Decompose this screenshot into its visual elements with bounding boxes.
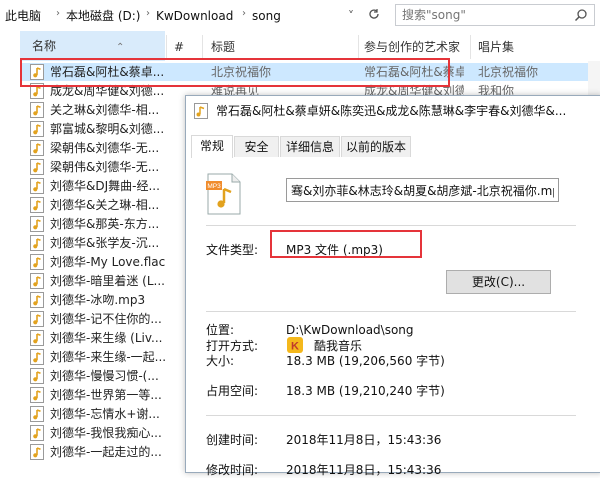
created-label: 创建时间: <box>206 433 259 447</box>
svg-text:MP3: MP3 <box>207 183 221 190</box>
size-label: 大小: <box>206 354 235 368</box>
refresh-icon[interactable] <box>364 6 384 26</box>
music-file-icon <box>29 330 45 346</box>
music-file-icon <box>29 273 45 289</box>
music-file-icon <box>29 349 45 365</box>
size-on-disk-label: 占用空间: <box>206 384 259 398</box>
dialog-tabs: 常规 安全 详细信息 以前的版本 <box>186 135 600 159</box>
music-file-icon <box>29 292 45 308</box>
tab-previous-versions[interactable]: 以前的版本 <box>341 136 411 157</box>
breadcrumb-kwdownload[interactable]: KwDownload <box>156 8 233 24</box>
music-file-icon <box>29 425 45 441</box>
search-box[interactable] <box>395 4 595 26</box>
file-album: 北京祝福你 <box>478 65 539 79</box>
svg-text:K: K <box>291 341 299 353</box>
music-file-icon <box>29 254 45 270</box>
breadcrumb-separator-icon[interactable]: › <box>242 8 246 19</box>
column-header-album[interactable]: 唱片集 <box>478 39 514 55</box>
tab-general[interactable]: 常规 <box>191 135 233 158</box>
file-name: 刘德华&DJ舞曲-经... <box>50 179 160 193</box>
file-name: 梁朝伟&刘德华-无... <box>50 160 160 174</box>
column-header-title[interactable]: 标题 <box>211 39 235 55</box>
column-header-artist[interactable]: 参与创作的艺术家 <box>364 39 460 55</box>
file-name: 关之琳&刘德华-相... <box>50 103 160 117</box>
music-file-icon <box>29 121 45 137</box>
highlight-box-selected-file <box>20 58 450 87</box>
filename-field[interactable] <box>286 178 559 202</box>
location-value: D:\KwDownload\song <box>286 323 414 337</box>
tab-details[interactable]: 详细信息 <box>280 136 340 157</box>
music-file-icon <box>29 311 45 327</box>
file-name: 刘德华-来生缘-一起... <box>50 350 167 364</box>
file-name: 刘德华&那英-东方... <box>50 217 160 231</box>
file-name: 刘德华-冰吻.mp3 <box>50 293 146 307</box>
modified-value: 2018年11月8日，15:43:36 <box>286 463 442 477</box>
opens-with-label: 打开方式: <box>206 339 259 353</box>
column-header-name[interactable]: ⌃ 名称 <box>20 31 165 61</box>
breadcrumb-separator-icon[interactable]: › <box>56 8 60 19</box>
music-file-icon <box>29 159 45 175</box>
music-file-icon <box>29 140 45 156</box>
created-value: 2018年11月8日，15:43:36 <box>286 433 442 447</box>
file-name: 刘德华-忘情水+谢... <box>50 407 160 421</box>
music-file-icon <box>29 216 45 232</box>
file-name: 刘德华-暗里着迷 (L... <box>50 274 165 288</box>
file-name: 刘德华-My Love.flac <box>50 255 166 269</box>
music-file-icon <box>194 103 208 122</box>
music-file-icon <box>29 235 45 251</box>
file-name: 刘德华&关之琳-相... <box>50 198 160 212</box>
file-name: 梁朝伟&刘德华-无... <box>50 141 160 155</box>
general-panel: MP3 文件类型: MP3 文件 (.mp3) 打开方式: K 酷我音乐 更改(… <box>186 158 600 477</box>
location-label: 位置: <box>206 323 235 337</box>
kuwo-icon: K <box>286 336 306 353</box>
modified-label: 修改时间: <box>206 463 259 477</box>
breadcrumb-song[interactable]: song <box>252 8 281 24</box>
breadcrumb-separator-icon[interactable]: › <box>146 8 150 19</box>
mp3-file-icon: MP3 <box>206 173 242 215</box>
breadcrumb-this-pc[interactable]: 此电脑 <box>5 8 41 24</box>
column-header-number[interactable]: # <box>174 39 184 55</box>
file-name: 刘德华-记不住你的... <box>50 312 162 326</box>
history-dropdown-icon[interactable]: ˅ <box>341 6 361 26</box>
music-file-icon <box>29 444 45 460</box>
file-name: 刘德华-来生缘 (Liv... <box>50 331 163 345</box>
music-file-icon <box>29 178 45 194</box>
file-type-label: 文件类型: <box>206 243 259 257</box>
file-name: 刘德华-我恨我痴心... <box>50 426 162 440</box>
tab-security[interactable]: 安全 <box>234 136 279 157</box>
music-file-icon <box>29 197 45 213</box>
column-header: ⌃ 名称 # 标题 参与创作的艺术家 唱片集 <box>0 31 600 61</box>
music-file-icon <box>29 387 45 403</box>
dialog-titlebar[interactable]: 常石磊&阿杜&蔡卓妍&陈奕迅&成龙&陈慧琳&李宇春&刘德华&... <box>186 96 600 126</box>
dialog-title: 常石磊&阿杜&蔡卓妍&陈奕迅&成龙&陈慧琳&李宇春&刘德华&... <box>216 104 567 118</box>
breadcrumb-local-disk[interactable]: 本地磁盘 (D:) <box>66 8 140 24</box>
address-bar: 此电脑 › 本地磁盘 (D:) › KwDownload › song ˅ <box>0 0 600 32</box>
file-name: 郭富城&黎明&刘德... <box>50 122 165 136</box>
filename-input[interactable] <box>287 179 558 201</box>
file-name: 刘德华-世界第一等... <box>50 388 162 402</box>
size-value: 18.3 MB (19,206,560 字节) <box>286 354 445 368</box>
change-button[interactable]: 更改(C)... <box>446 270 551 294</box>
size-on-disk-value: 18.3 MB (19,210,240 字节) <box>286 384 445 398</box>
music-file-icon <box>29 406 45 422</box>
file-name: 刘德华-慢慢习惯-(... <box>50 369 159 383</box>
music-file-icon <box>29 368 45 384</box>
highlight-box-file-type <box>270 230 422 258</box>
properties-dialog: 常石磊&阿杜&蔡卓妍&陈奕迅&成龙&陈慧琳&李宇春&刘德华&... 常规 安全 … <box>185 95 600 477</box>
search-icon[interactable] <box>574 8 588 25</box>
opens-with-value: 酷我音乐 <box>314 339 363 353</box>
file-name: 刘德华&张学友-沉... <box>50 236 160 250</box>
music-file-icon <box>29 102 45 118</box>
file-name: 刘德华-一起走过的... <box>50 445 162 459</box>
search-input[interactable] <box>396 5 578 25</box>
